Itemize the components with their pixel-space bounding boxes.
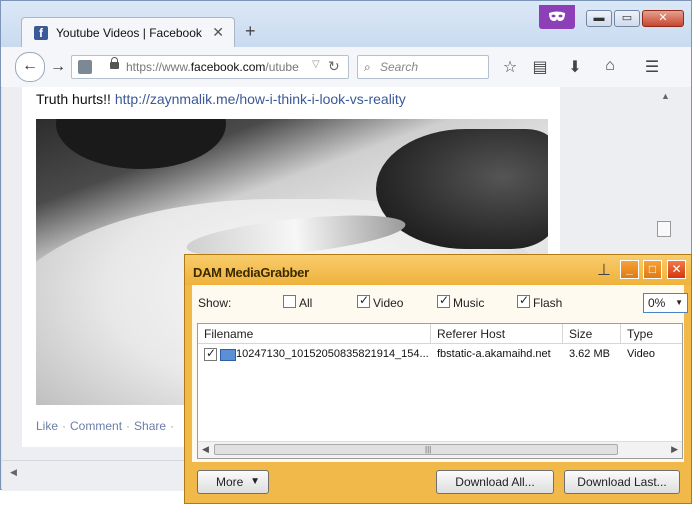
tab-close-icon[interactable]: ✕ xyxy=(212,24,224,41)
percent-select[interactable]: 0% ▼ xyxy=(643,293,688,313)
nav-toolbar: ← → https://www.facebook.com/utube ▽ ↻ ⌕… xyxy=(1,47,691,88)
post-actions: Like · Comment · Share · xyxy=(36,419,175,433)
filter-flash-label[interactable]: Flash xyxy=(533,296,562,310)
reading-list-icon[interactable]: ▤ xyxy=(530,57,550,77)
facebook-favicon-icon: f xyxy=(34,26,48,40)
download-last-button[interactable]: Download Last... xyxy=(564,470,680,494)
scroll-left-icon[interactable]: ◀ xyxy=(202,444,209,455)
private-mask-icon[interactable] xyxy=(539,5,575,29)
col-type[interactable]: Type xyxy=(621,324,682,344)
video-file-icon xyxy=(220,349,236,361)
minimize-button[interactable]: ▬ xyxy=(586,10,612,27)
browser-titlebar: f Youtube Videos | Facebook ✕ + ▬ ▭ ✕ xyxy=(1,1,691,47)
post-text: Truth hurts!! http://zaynmalik.me/how-i-… xyxy=(36,91,406,107)
mediagrabber-window: DAM MediaGrabber ⊥ _ □ ✕ Show: All Video… xyxy=(184,254,692,504)
home-icon[interactable]: ⌂ xyxy=(600,57,620,75)
like-link[interactable]: Like xyxy=(36,419,58,433)
row-filename: 10247130_10152050835821914_154... xyxy=(236,348,429,360)
car-window xyxy=(376,129,548,249)
filter-music-label[interactable]: Music xyxy=(453,296,484,310)
grabber-close-button[interactable]: ✕ xyxy=(667,260,686,279)
filter-all-label[interactable]: All xyxy=(299,296,312,310)
mediagrabber-title: DAM MediaGrabber xyxy=(193,265,309,280)
page-icon[interactable] xyxy=(78,60,92,74)
dropdown-arrow-icon: ▼ xyxy=(250,476,260,487)
col-size[interactable]: Size xyxy=(563,324,621,344)
filter-video-label[interactable]: Video xyxy=(373,296,403,310)
post-link[interactable]: http://zaynmalik.me/how-i-think-i-look-v… xyxy=(115,91,406,107)
table-row[interactable]: 10247130_10152050835821914_154... fbstat… xyxy=(198,345,682,363)
car-tire xyxy=(56,119,226,169)
show-label: Show: xyxy=(198,296,232,310)
filter-flash-checkbox[interactable] xyxy=(517,293,530,308)
url-bar[interactable]: https://www.facebook.com/utube ▽ ↻ xyxy=(71,55,349,79)
scroll-up-icon[interactable]: ▲ xyxy=(661,91,670,101)
col-filename[interactable]: Filename xyxy=(198,324,431,344)
table-horizontal-scrollbar[interactable]: ◀ ||| ▶ xyxy=(198,441,682,458)
url-text[interactable]: https://www.facebook.com/utube xyxy=(126,60,311,74)
pin-icon[interactable]: ⊥ xyxy=(597,260,611,280)
col-referer-host[interactable]: Referer Host xyxy=(431,324,563,344)
download-all-button[interactable]: Download All... xyxy=(436,470,554,494)
forward-icon[interactable]: → xyxy=(45,55,71,79)
new-tab-button[interactable]: + xyxy=(245,21,256,42)
row-host: fbstatic-a.akamaihd.net xyxy=(437,348,551,360)
row-type: Video xyxy=(627,348,655,360)
filter-music-checkbox[interactable] xyxy=(437,293,450,308)
filter-row: Show: All Video Music Flash 0%▼ xyxy=(192,293,688,313)
search-input[interactable]: ⌕ Search xyxy=(357,55,489,79)
close-button[interactable]: ✕ xyxy=(642,10,684,27)
share-link[interactable]: Share xyxy=(134,419,166,433)
row-checkbox[interactable] xyxy=(204,346,217,361)
reload-icon[interactable]: ↻ xyxy=(328,58,340,75)
grabber-minimize-button[interactable]: _ xyxy=(620,260,639,279)
scroll-right-icon[interactable]: ▶ xyxy=(671,444,678,455)
maximize-button[interactable]: ▭ xyxy=(614,10,640,27)
mediagrabber-titlebar[interactable]: DAM MediaGrabber ⊥ _ □ ✕ xyxy=(185,255,691,285)
bookmark-star-icon[interactable]: ☆ xyxy=(500,57,520,77)
row-size: 3.62 MB xyxy=(569,348,610,360)
grabber-maximize-button[interactable]: □ xyxy=(643,260,662,279)
search-icon: ⌕ xyxy=(364,60,371,74)
filter-all-checkbox[interactable] xyxy=(283,295,296,308)
back-icon[interactable]: ← xyxy=(15,52,45,82)
search-placeholder: Search xyxy=(380,60,419,74)
more-button[interactable]: More ▼ xyxy=(197,470,269,494)
table-scroll-thumb[interactable]: ||| xyxy=(214,444,618,455)
comment-link[interactable]: Comment xyxy=(70,419,122,433)
tab-title: Youtube Videos | Facebook xyxy=(56,26,202,40)
scroll-left-icon[interactable]: ◀ xyxy=(10,467,17,478)
scroll-thumb[interactable] xyxy=(657,221,671,237)
url-dropdown-icon[interactable]: ▽ xyxy=(312,59,320,70)
lock-icon[interactable] xyxy=(110,57,119,69)
file-table: Filename Referer Host Size Type 10247130… xyxy=(197,323,683,459)
menu-icon[interactable]: ☰ xyxy=(642,57,662,77)
download-icon[interactable]: ⬇ xyxy=(565,57,585,77)
chevron-down-icon: ▼ xyxy=(675,298,683,307)
tab-facebook[interactable]: f Youtube Videos | Facebook ✕ xyxy=(21,17,235,47)
filter-video-checkbox[interactable] xyxy=(357,293,370,308)
